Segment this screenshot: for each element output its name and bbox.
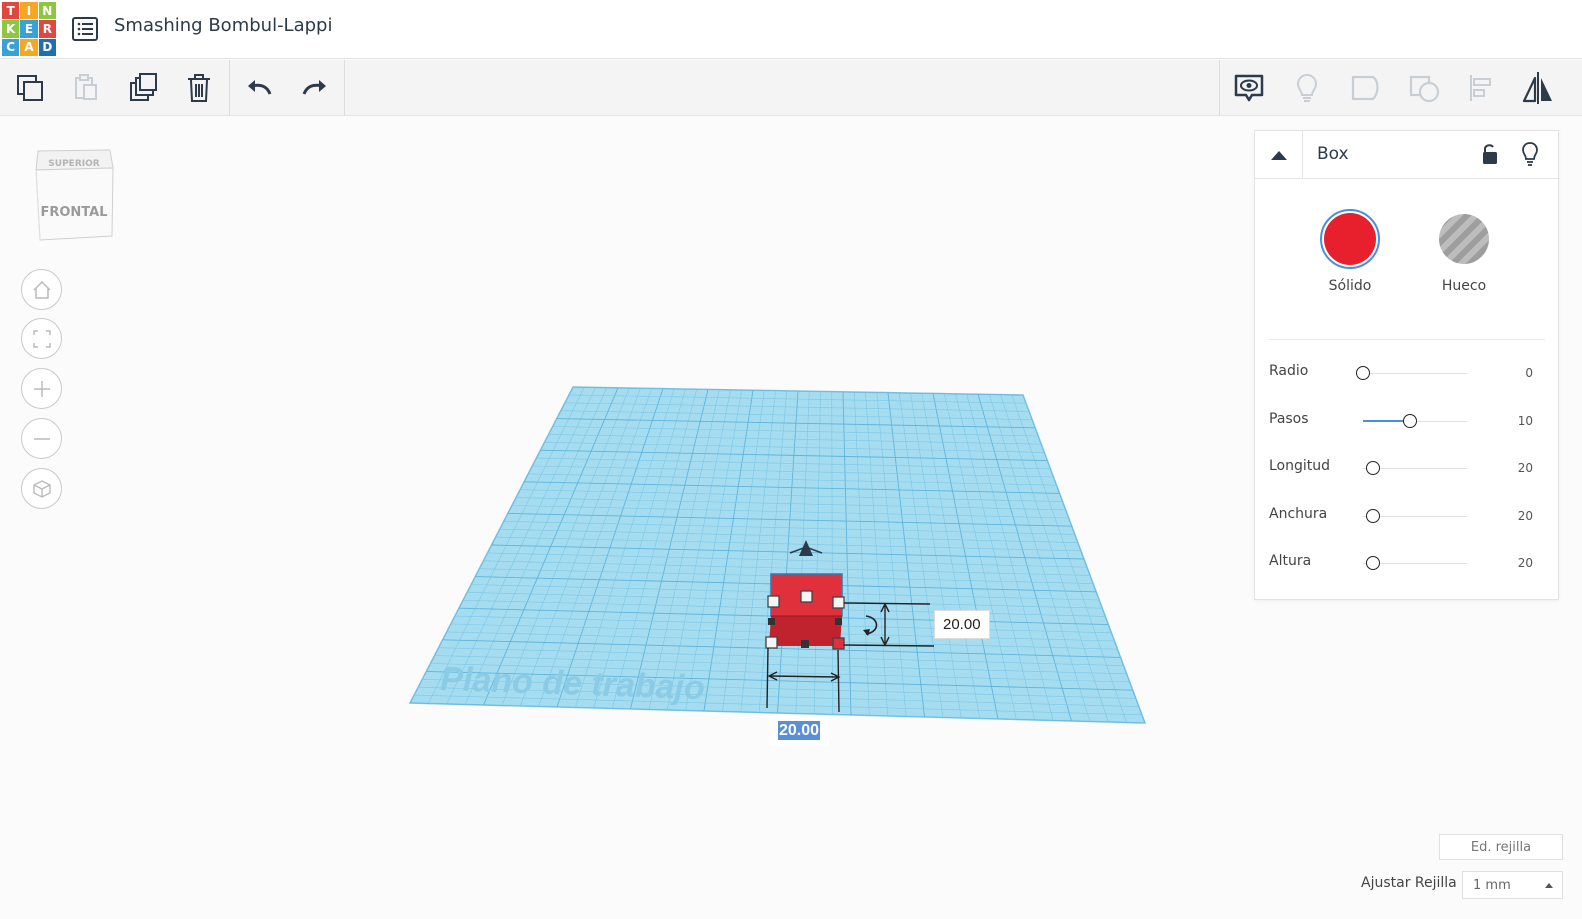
delete-icon[interactable] bbox=[171, 60, 227, 116]
hole-label: Hueco bbox=[1441, 278, 1487, 294]
logo-letter: E bbox=[20, 20, 38, 38]
property-value-radio[interactable]: 0 bbox=[1495, 366, 1533, 380]
fit-view-button[interactable] bbox=[21, 318, 62, 359]
snap-grid-label: Ajustar Rejilla bbox=[1361, 875, 1457, 891]
zoom-in-button[interactable] bbox=[21, 368, 62, 409]
logo-letter: D bbox=[38, 38, 56, 56]
resize-handle[interactable] bbox=[801, 640, 809, 648]
inspector-header: Box bbox=[1255, 131, 1560, 179]
resize-handle[interactable] bbox=[835, 618, 842, 625]
snap-grid-select[interactable]: 1 mm bbox=[1462, 871, 1563, 899]
resize-handle[interactable] bbox=[800, 590, 813, 603]
property-value-altura[interactable]: 20 bbox=[1495, 556, 1533, 570]
height-value-field[interactable]: 20.00 bbox=[934, 610, 990, 639]
zoom-out-button[interactable] bbox=[21, 418, 62, 459]
property-value-anchura[interactable]: 20 bbox=[1495, 509, 1533, 523]
solid-color-button[interactable] bbox=[1320, 209, 1380, 269]
resize-handle[interactable] bbox=[768, 618, 775, 625]
property-value-pasos[interactable]: 10 bbox=[1495, 414, 1533, 428]
main-toolbar bbox=[0, 60, 1582, 116]
slider-knob[interactable] bbox=[1366, 556, 1380, 570]
perspective-button[interactable] bbox=[21, 468, 62, 509]
hole-button[interactable] bbox=[1434, 209, 1494, 269]
resize-handle[interactable] bbox=[832, 637, 845, 650]
property-label-pasos: Pasos bbox=[1269, 410, 1309, 427]
slider-knob[interactable] bbox=[1356, 366, 1370, 380]
resize-handle[interactable] bbox=[765, 636, 778, 649]
viewcube-top-label: SUPERIOR bbox=[48, 159, 99, 169]
design-title[interactable]: Smashing Bombul-Lappi bbox=[114, 15, 332, 36]
toolbar-separator bbox=[229, 60, 230, 116]
mirror-icon[interactable] bbox=[1510, 60, 1566, 116]
design-menu-icon[interactable] bbox=[70, 14, 100, 44]
collapse-button[interactable] bbox=[1255, 131, 1303, 179]
slider-knob[interactable] bbox=[1402, 413, 1417, 428]
width-value-field[interactable]: 20.00 bbox=[769, 716, 830, 746]
property-value-longitud[interactable]: 20 bbox=[1495, 461, 1533, 475]
zoom-out-icon bbox=[33, 437, 50, 440]
home-icon bbox=[32, 280, 51, 299]
zoom-in-icon bbox=[33, 380, 50, 397]
app-header: TINKERCAD Smashing Bombul-Lappi bbox=[0, 0, 1582, 59]
property-label-anchura: Anchura bbox=[1269, 505, 1328, 522]
undo-icon[interactable] bbox=[231, 60, 287, 116]
property-label-radio: Radio bbox=[1269, 363, 1309, 379]
logo-letter: A bbox=[20, 38, 38, 56]
home-view-button[interactable] bbox=[21, 269, 62, 310]
box-shape[interactable] bbox=[769, 573, 843, 646]
width-value-text[interactable]: 20.00 bbox=[778, 721, 821, 740]
duplicate-icon[interactable] bbox=[115, 60, 171, 116]
logo-letter: I bbox=[20, 2, 38, 20]
logo-letter: K bbox=[2, 20, 20, 38]
lock-icon[interactable] bbox=[1475, 139, 1505, 169]
solid-label: Sólido bbox=[1328, 278, 1372, 294]
perspective-icon bbox=[32, 479, 51, 498]
inspector-divider bbox=[1269, 339, 1545, 340]
notes-icon[interactable] bbox=[1221, 60, 1277, 116]
property-slider-radio[interactable] bbox=[1363, 373, 1467, 374]
resize-handle[interactable] bbox=[832, 596, 845, 609]
snap-grid-value: 1 mm bbox=[1473, 878, 1511, 893]
caret-up-icon bbox=[1270, 151, 1287, 160]
paste-icon[interactable] bbox=[57, 60, 113, 116]
logo-letter: C bbox=[2, 38, 20, 56]
copy-icon[interactable] bbox=[2, 60, 58, 116]
ungroup-icon[interactable] bbox=[1396, 60, 1452, 116]
property-label-longitud: Longitud bbox=[1269, 458, 1331, 474]
logo-letter: N bbox=[38, 2, 56, 20]
shape-inspector: Box Sólido Hueco Radio 0 Pasos 10 Longitud 20… bbox=[1254, 130, 1560, 600]
shape-name[interactable]: Box bbox=[1317, 144, 1349, 164]
slider-knob[interactable] bbox=[1366, 461, 1380, 475]
caret-up-icon bbox=[1545, 883, 1553, 888]
lightbulb-icon[interactable] bbox=[1279, 60, 1335, 116]
resize-handle[interactable] bbox=[767, 595, 780, 608]
property-label-altura: Altura bbox=[1269, 553, 1312, 569]
logo-letter: T bbox=[2, 2, 20, 20]
fit-icon bbox=[32, 329, 51, 348]
align-icon[interactable] bbox=[1453, 60, 1509, 116]
lightbulb-icon[interactable] bbox=[1515, 139, 1545, 169]
tinkercad-app: TINKERCAD Smashing Bombul-Lappi Plano de… bbox=[0, 0, 1582, 919]
logo-letter: R bbox=[38, 20, 56, 38]
viewcube-front-label: FRONTAL bbox=[40, 205, 107, 220]
toolbar-separator bbox=[1219, 60, 1220, 116]
tinkercad-logo[interactable]: TINKERCAD bbox=[2, 2, 56, 56]
solid-color-swatch bbox=[1324, 213, 1376, 265]
toolbar-separator bbox=[344, 60, 345, 116]
redo-icon[interactable] bbox=[287, 60, 343, 116]
hole-swatch bbox=[1439, 214, 1489, 264]
group-icon[interactable] bbox=[1338, 60, 1394, 116]
view-cube[interactable]: SUPERIOR FRONTAL bbox=[30, 146, 120, 244]
slider-knob[interactable] bbox=[1366, 508, 1380, 523]
edit-grid-button[interactable]: Ed. rejilla bbox=[1439, 834, 1563, 860]
